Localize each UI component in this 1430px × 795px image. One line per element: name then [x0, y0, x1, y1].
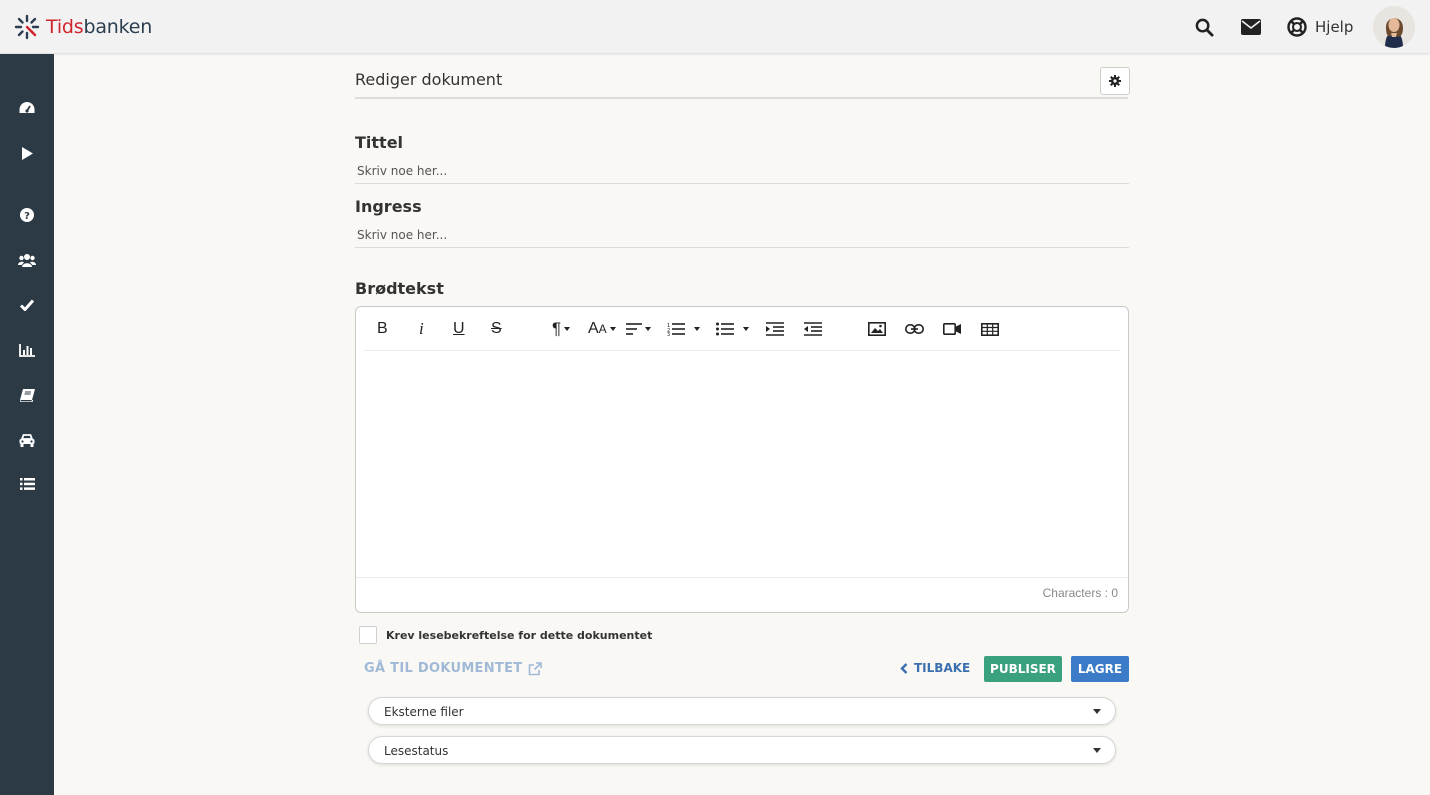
link-button[interactable]	[905, 319, 924, 339]
sidebar-item-help[interactable]: ?	[0, 200, 54, 230]
users-icon	[18, 254, 36, 267]
underline-button[interactable]: U	[453, 319, 465, 339]
gear-icon	[1109, 75, 1121, 87]
video-icon	[943, 323, 961, 335]
caret-icon	[645, 327, 651, 331]
list-icon	[19, 478, 35, 490]
unordered-list-button[interactable]	[716, 319, 749, 339]
external-files-label: Eksterne filer	[384, 705, 464, 719]
lifebuoy-icon	[1287, 17, 1307, 37]
bold-button[interactable]: B	[377, 319, 388, 339]
search-icon[interactable]	[1193, 16, 1215, 38]
editor-content-area[interactable]	[357, 352, 1127, 577]
rich-text-editor: B i U S ¶ AA 123 Characters: 0	[355, 306, 1129, 613]
help-link[interactable]: Hjelp	[1287, 16, 1353, 38]
ingress-input[interactable]	[355, 222, 1129, 248]
caret-icon	[743, 327, 749, 331]
outdent-icon	[804, 322, 822, 336]
sidebar: ?	[0, 54, 54, 795]
publish-button[interactable]: PUBLISER	[984, 656, 1062, 682]
title-input[interactable]	[355, 158, 1129, 184]
help-label: Hjelp	[1315, 18, 1354, 36]
align-icon	[626, 323, 642, 335]
font-size-icon: AA	[588, 320, 607, 337]
editor-footer-divider	[356, 577, 1128, 578]
go-to-document-link[interactable]: GÅ TIL DOKUMENTET	[364, 661, 543, 676]
table-button[interactable]	[981, 319, 999, 339]
bold-icon: B	[377, 320, 388, 337]
sidebar-item-tasks[interactable]	[0, 290, 54, 320]
indent-button[interactable]	[766, 319, 784, 339]
read-confirmation-label: Krev lesebekreftelse for dette dokumente…	[386, 629, 653, 642]
settings-button[interactable]	[1100, 67, 1130, 95]
check-icon	[20, 299, 34, 311]
align-button[interactable]	[626, 319, 651, 339]
caret-icon	[564, 327, 571, 331]
ordered-list-button[interactable]: 123	[667, 319, 700, 339]
caret-icon	[609, 327, 616, 331]
go-to-document-label: GÅ TIL DOKUMENTET	[364, 661, 523, 676]
image-button[interactable]	[868, 319, 886, 339]
avatar[interactable]	[1373, 6, 1415, 48]
video-button[interactable]	[943, 319, 961, 339]
editor-toolbar: B i U S ¶ AA 123	[364, 307, 1120, 351]
character-count: Characters : 0	[1042, 586, 1118, 600]
strikethrough-button[interactable]: S	[491, 319, 502, 339]
logo-text-part2: banken	[83, 16, 153, 38]
underline-icon: U	[453, 320, 465, 337]
font-size-button[interactable]: AA	[588, 319, 616, 339]
body-label: Brødtekst	[355, 279, 444, 298]
external-files-dropdown[interactable]: Eksterne filer	[368, 697, 1116, 725]
chevron-down-icon	[1093, 748, 1101, 753]
read-confirmation-checkbox[interactable]	[359, 626, 377, 644]
table-icon	[981, 322, 999, 336]
read-status-dropdown[interactable]: Lesestatus	[368, 736, 1116, 764]
image-icon	[868, 322, 886, 336]
back-label: TILBAKE	[914, 661, 971, 675]
outdent-button[interactable]	[804, 319, 822, 339]
paragraph-format-button[interactable]: ¶	[552, 319, 571, 339]
title-label: Tittel	[355, 133, 404, 152]
envelope-icon[interactable]	[1240, 16, 1262, 38]
italic-icon: i	[419, 319, 424, 338]
indent-icon	[766, 322, 784, 336]
strikethrough-icon: S	[491, 320, 502, 337]
car-icon	[19, 433, 35, 447]
svg-text:3: 3	[667, 332, 670, 336]
title-divider	[355, 97, 1128, 99]
unordered-list-icon	[716, 322, 734, 336]
top-bar: Tidsbanken Hjelp	[0, 0, 1430, 54]
paragraph-format-icon: ¶	[552, 319, 562, 338]
caret-icon	[694, 327, 700, 331]
save-button[interactable]: LAGRE	[1071, 656, 1129, 682]
read-status-label: Lesestatus	[384, 744, 449, 758]
chevron-down-icon	[1093, 709, 1101, 714]
link-icon	[905, 324, 924, 334]
back-button[interactable]: TILBAKE	[900, 661, 970, 675]
external-link-icon	[529, 661, 543, 675]
question-icon: ?	[20, 208, 34, 222]
chevron-left-icon	[900, 662, 908, 674]
play-icon	[22, 146, 33, 160]
logo-text-part1: Tids	[46, 16, 84, 38]
logo-text: Tidsbanken	[46, 16, 152, 38]
sidebar-item-documents[interactable]	[0, 380, 54, 410]
sidebar-item-dashboard[interactable]	[0, 93, 54, 123]
page-title: Rediger dokument	[355, 70, 503, 89]
bar-chart-icon	[19, 343, 35, 357]
sidebar-item-reports[interactable]	[0, 335, 54, 365]
sidebar-item-play[interactable]	[0, 138, 54, 168]
logo-icon	[14, 14, 40, 40]
book-icon	[19, 388, 35, 402]
italic-button[interactable]: i	[419, 319, 424, 339]
sidebar-item-vehicles[interactable]	[0, 425, 54, 455]
sidebar-item-list[interactable]	[0, 469, 54, 499]
svg-text:?: ?	[24, 211, 30, 222]
ingress-label: Ingress	[355, 197, 422, 216]
dashboard-icon	[19, 101, 35, 113]
ordered-list-icon: 123	[667, 323, 685, 336]
sidebar-item-users[interactable]	[0, 245, 54, 275]
logo[interactable]: Tidsbanken	[13, 13, 152, 41]
